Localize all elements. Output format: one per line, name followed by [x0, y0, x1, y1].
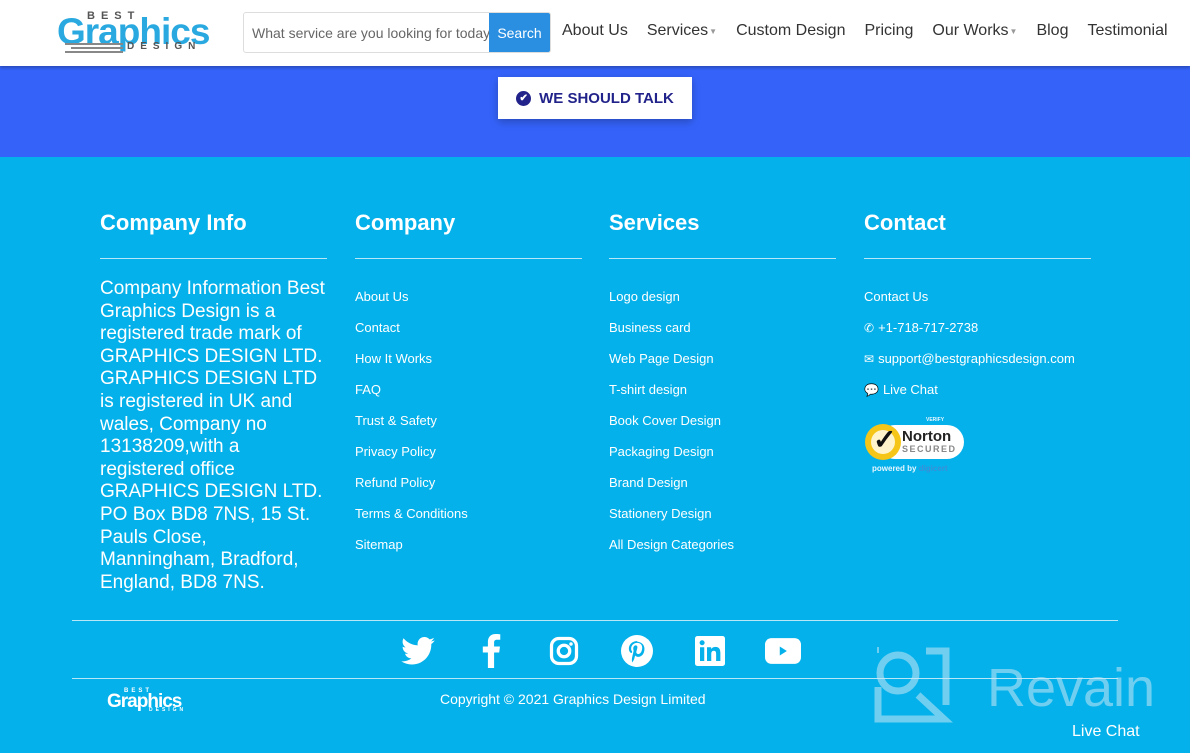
phone-number: +1-718-717-2738 — [878, 319, 979, 335]
footer-divider-top — [72, 620, 1118, 621]
norton-brand: Norton — [902, 428, 952, 445]
instagram-link[interactable] — [544, 633, 584, 669]
nav-label: About Us — [562, 22, 628, 39]
cta-label: WE SHOULD TALK — [539, 89, 674, 107]
nav-blog[interactable]: Blog — [1036, 22, 1068, 40]
nav-label: Testimonial — [1087, 22, 1168, 39]
norton-secured: SECURED — [902, 444, 957, 454]
logo-design: DESIGN — [127, 41, 202, 52]
footer-link-contact-us[interactable]: Contact Us — [864, 281, 1091, 312]
search-bar: Search — [243, 12, 551, 53]
phone-link[interactable]: ✆ +1-718-717-2738 — [864, 312, 1091, 343]
footer-link-contact[interactable]: Contact — [355, 312, 582, 343]
nav-pricing[interactable]: Pricing — [864, 22, 913, 40]
norton-powered-by: powered by digicert — [872, 464, 948, 473]
chat-icon: 💬 — [864, 382, 879, 397]
nav-services[interactable]: Services ▼ — [647, 22, 717, 40]
live-chat-label: Live Chat — [882, 381, 938, 397]
nav-testimonial[interactable]: Testimonial — [1087, 22, 1167, 40]
footer-link-how-it-works[interactable]: How It Works — [355, 343, 582, 374]
instagram-icon — [549, 636, 579, 666]
main-nav: About Us Services ▼ Custom Design Pricing… — [562, 22, 1187, 40]
footer-link-brand-design[interactable]: Brand Design — [609, 467, 836, 498]
email-address: support@bestgraphicsdesign.com — [878, 350, 1075, 366]
revain-logo-icon — [874, 647, 953, 723]
footer-link-all-categories[interactable]: All Design Categories — [609, 529, 836, 560]
linkedin-link[interactable] — [690, 633, 730, 669]
footer-link-trust-safety[interactable]: Trust & Safety — [355, 405, 582, 436]
footer-link-stationery-design[interactable]: Stationery Design — [609, 498, 836, 529]
footer-company: Company About Us Contact How It Works FA… — [355, 210, 582, 560]
footer-link-refund-policy[interactable]: Refund Policy — [355, 467, 582, 498]
site-header: BEST Graphics DESIGN Search About Us Ser… — [0, 0, 1190, 66]
nav-about-us[interactable]: About Us — [562, 22, 628, 40]
nav-label: Our Works — [932, 22, 1009, 39]
footer-logo-design: DESIGN — [149, 707, 187, 713]
footer-link-web-page-design[interactable]: Web Page Design — [609, 343, 836, 374]
company-info-title: Company Info — [100, 210, 327, 259]
checkmark-icon: ✓ — [873, 424, 897, 455]
youtube-icon — [765, 638, 801, 664]
twitter-icon — [401, 637, 435, 665]
search-button[interactable]: Search — [489, 13, 550, 52]
facebook-icon — [482, 634, 501, 668]
revain-watermark: Revain — [874, 645, 1164, 725]
footer-link-about-us[interactable]: About Us — [355, 281, 582, 312]
company-links: About Us Contact How It Works FAQ Trust … — [355, 281, 582, 560]
caret-down-icon: ▼ — [709, 26, 718, 36]
youtube-link[interactable] — [763, 633, 803, 669]
nav-our-works[interactable]: Our Works ▼ — [932, 22, 1017, 40]
caret-down-icon: ▼ — [1009, 26, 1018, 36]
norton-secured-badge[interactable]: VERIFY ✓ Norton SECURED powered by digic… — [864, 417, 974, 477]
twitter-link[interactable] — [398, 633, 438, 669]
facebook-link[interactable] — [471, 633, 511, 669]
services-links: Logo design Business card Web Page Desig… — [609, 281, 836, 560]
email-link[interactable]: ✉ support@bestgraphicsdesign.com — [864, 343, 1091, 374]
envelope-icon: ✉ — [864, 351, 875, 366]
social-links — [398, 633, 836, 669]
site-logo[interactable]: BEST Graphics DESIGN — [57, 8, 210, 56]
nav-label: Pricing — [864, 22, 914, 39]
nav-custom-design[interactable]: Custom Design — [736, 22, 845, 40]
contact-links: Contact Us ✆ +1-718-717-2738 ✉ support@b… — [864, 281, 1091, 405]
footer-link-sitemap[interactable]: Sitemap — [355, 529, 582, 560]
footer-link-logo-design[interactable]: Logo design — [609, 281, 836, 312]
footer-link-privacy-policy[interactable]: Privacy Policy — [355, 436, 582, 467]
revain-wordmark: Revain — [987, 658, 1156, 718]
nav-label: Blog — [1036, 22, 1069, 39]
logo-lines — [65, 43, 123, 53]
footer-link-packaging-design[interactable]: Packaging Design — [609, 436, 836, 467]
live-chat-button[interactable]: Live Chat — [1072, 723, 1140, 741]
footer-logo[interactable]: BEST Graphics DESIGN — [107, 687, 192, 715]
contact-title: Contact — [864, 210, 1091, 259]
cta-band: ✔ WE SHOULD TALK — [0, 66, 1190, 157]
live-chat-link[interactable]: 💬 Live Chat — [864, 374, 1091, 405]
footer-contact: Contact Contact Us ✆ +1-718-717-2738 ✉ s… — [864, 210, 1091, 477]
pinterest-link[interactable] — [617, 633, 657, 669]
footer-link-book-cover-design[interactable]: Book Cover Design — [609, 405, 836, 436]
search-input[interactable] — [244, 13, 491, 52]
copyright-text: Copyright © 2021 Graphics Design Limited — [440, 691, 706, 707]
footer-link-tshirt-design[interactable]: T-shirt design — [609, 374, 836, 405]
nav-label: Custom Design — [736, 22, 846, 39]
footer-link-business-card[interactable]: Business card — [609, 312, 836, 343]
services-title: Services — [609, 210, 836, 259]
check-circle-icon: ✔ — [516, 90, 532, 106]
footer-link-terms[interactable]: Terms & Conditions — [355, 498, 582, 529]
footer-services: Services Logo design Business card Web P… — [609, 210, 836, 560]
we-should-talk-button[interactable]: ✔ WE SHOULD TALK — [498, 77, 692, 119]
norton-verify: VERIFY — [926, 417, 945, 423]
pinterest-icon — [621, 635, 653, 667]
footer-link-faq[interactable]: FAQ — [355, 374, 582, 405]
phone-icon: ✆ — [864, 320, 875, 335]
nav-label: Services — [646, 22, 709, 39]
company-info-text: Company Information Best Graphics Design… — [100, 278, 325, 593]
powered-by-text: powered by — [872, 464, 917, 473]
digicert-text: digicert — [918, 464, 948, 473]
footer-company-info: Company Info Company Information Best Gr… — [100, 210, 327, 594]
linkedin-icon — [695, 636, 725, 666]
company-title: Company — [355, 210, 582, 259]
